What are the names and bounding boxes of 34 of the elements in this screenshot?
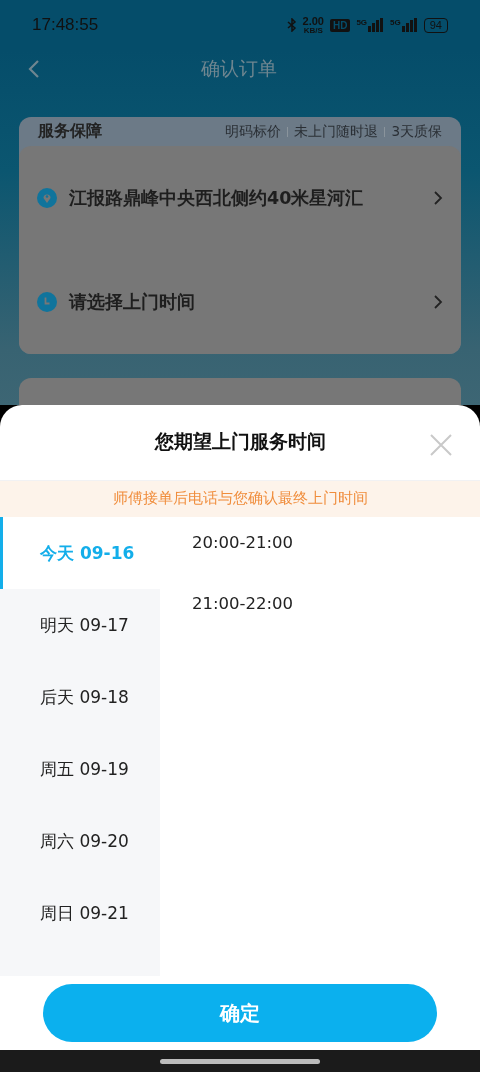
clock-icon	[37, 292, 57, 312]
clock-time: 17:48:55	[32, 15, 100, 35]
address-text: 江报路鼎峰中央西北侧约40米星河汇	[69, 187, 365, 210]
guarantee-tag: 3天质保	[391, 122, 442, 141]
signal-icon	[401, 18, 418, 32]
guarantee-tag: 明码标价	[225, 122, 282, 141]
battery-level: 94	[423, 17, 448, 33]
date-tab[interactable]: 明天 09-17	[0, 589, 160, 662]
speed-unit: KB/S	[303, 26, 323, 35]
order-row[interactable]: 请选择上门时间	[19, 250, 461, 354]
sheet-title: 您期望上门服务时间	[154, 429, 326, 455]
network-type: 5G	[390, 18, 401, 27]
date-tab[interactable]: 周六 09-20	[0, 805, 160, 878]
signal-icon	[368, 18, 385, 32]
bluetooth-icon	[286, 18, 297, 32]
hd-badge: HD	[329, 18, 351, 32]
network-type: 5G	[356, 18, 368, 27]
home-indicator[interactable]	[160, 1058, 320, 1064]
time-prompt: 请选择上门时间	[69, 291, 196, 314]
date-tab[interactable]: 周五 09-19	[0, 733, 160, 806]
time-slot[interactable]: 20:00-21:00	[192, 533, 294, 553]
chevron-right-icon	[434, 191, 443, 205]
close-icon[interactable]	[430, 434, 452, 456]
order-row[interactable]: 江报路鼎峰中央西北侧约40米星河汇	[19, 146, 461, 250]
guarantee-title: 服务保障	[38, 121, 103, 142]
guarantee-tag: 未上门随时退	[294, 122, 379, 141]
chevron-right-icon	[434, 295, 443, 309]
date-tab[interactable]: 周日 09-21	[0, 877, 160, 950]
network-speed: 2.00	[302, 15, 324, 27]
notice-banner: 师傅接单后电话与您确认最终上门时间	[0, 480, 480, 518]
time-slot[interactable]: 21:00-22:00	[192, 594, 294, 614]
date-tab[interactable]: 后天 09-18	[0, 661, 160, 734]
location-pin-icon	[37, 188, 57, 208]
page-title: 确认订单	[200, 56, 278, 81]
